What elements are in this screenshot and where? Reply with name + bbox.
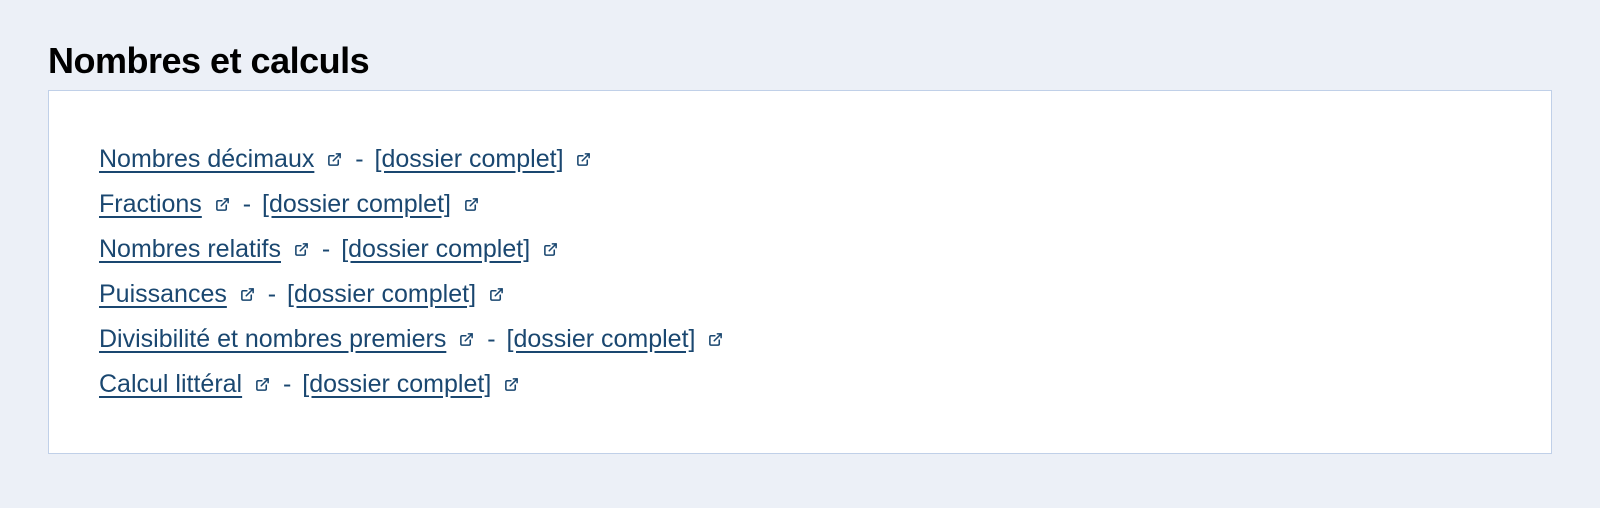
topic-link-nombres-relatifs[interactable]: Nombres relatifs bbox=[99, 235, 281, 263]
separator: - bbox=[487, 325, 495, 353]
dossier-link[interactable]: [dossier complet] bbox=[507, 325, 696, 353]
external-link-icon bbox=[576, 152, 591, 167]
dossier-link[interactable]: [dossier complet] bbox=[341, 235, 530, 263]
dossier-link[interactable]: [dossier complet] bbox=[262, 190, 451, 218]
external-link-icon bbox=[489, 287, 504, 302]
page-container: Nombres et calculs Nombres décimaux - [d… bbox=[0, 0, 1600, 478]
list-item: Nombres relatifs - [dossier complet] bbox=[99, 227, 1501, 272]
separator: - bbox=[322, 235, 330, 263]
list-item: Nombres décimaux - [dossier complet] bbox=[99, 137, 1501, 182]
topic-link-nombres-decimaux[interactable]: Nombres décimaux bbox=[99, 145, 314, 173]
external-link-icon bbox=[255, 377, 270, 392]
separator: - bbox=[355, 145, 363, 173]
link-list: Nombres décimaux - [dossier complet] Fra… bbox=[99, 137, 1501, 407]
external-link-icon bbox=[464, 197, 479, 212]
external-link-icon bbox=[240, 287, 255, 302]
external-link-icon bbox=[504, 377, 519, 392]
separator: - bbox=[268, 280, 276, 308]
list-item: Divisibilité et nombres premiers - [doss… bbox=[99, 317, 1501, 362]
section-title: Nombres et calculs bbox=[48, 40, 1552, 82]
external-link-icon bbox=[459, 332, 474, 347]
list-item: Fractions - [dossier complet] bbox=[99, 182, 1501, 227]
topic-link-calcul-litteral[interactable]: Calcul littéral bbox=[99, 370, 242, 398]
external-link-icon bbox=[215, 197, 230, 212]
topic-link-fractions[interactable]: Fractions bbox=[99, 190, 202, 218]
list-item: Puissances - [dossier complet] bbox=[99, 272, 1501, 317]
separator: - bbox=[243, 190, 251, 218]
separator: - bbox=[283, 370, 291, 398]
dossier-link[interactable]: [dossier complet] bbox=[287, 280, 476, 308]
external-link-icon bbox=[708, 332, 723, 347]
external-link-icon bbox=[543, 242, 558, 257]
content-box: Nombres décimaux - [dossier complet] Fra… bbox=[48, 90, 1552, 454]
external-link-icon bbox=[327, 152, 342, 167]
topic-link-puissances[interactable]: Puissances bbox=[99, 280, 227, 308]
dossier-link[interactable]: [dossier complet] bbox=[375, 145, 564, 173]
list-item: Calcul littéral - [dossier complet] bbox=[99, 362, 1501, 407]
dossier-link[interactable]: [dossier complet] bbox=[302, 370, 491, 398]
topic-link-divisibilite[interactable]: Divisibilité et nombres premiers bbox=[99, 325, 446, 353]
external-link-icon bbox=[294, 242, 309, 257]
